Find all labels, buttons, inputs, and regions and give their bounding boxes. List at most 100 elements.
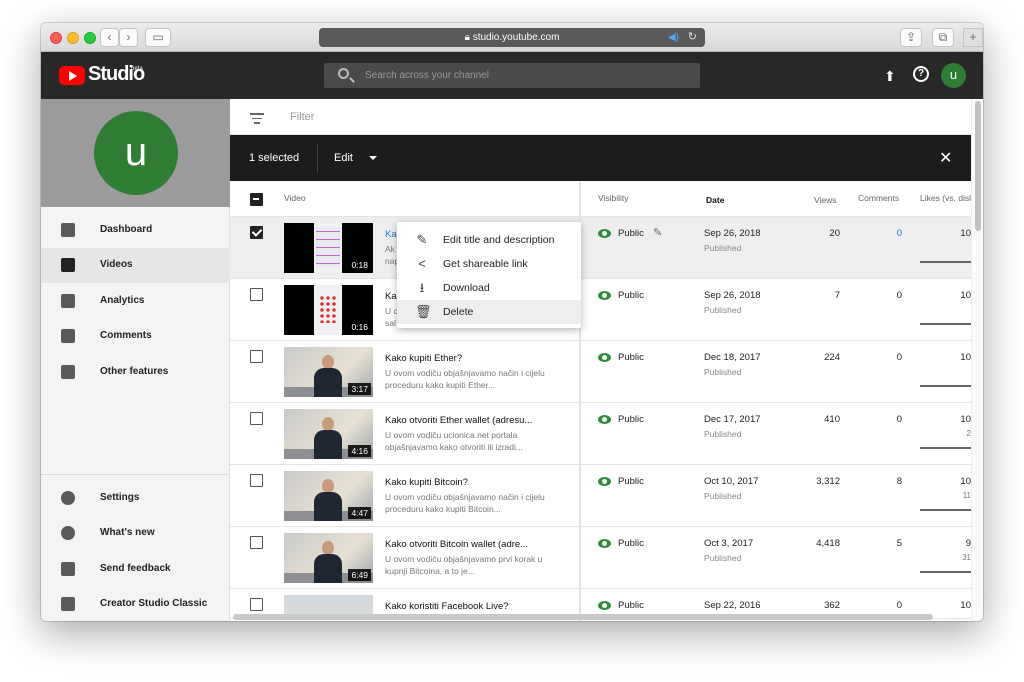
video-thumbnail[interactable]: 6:49	[284, 533, 373, 583]
pencil-icon[interactable]: ✎	[653, 226, 662, 239]
forward-button[interactable]: ›	[119, 28, 138, 47]
menu-item-download[interactable]: ⭳ Download	[397, 276, 581, 300]
header-likes[interactable]: Likes (vs. dislikes)	[920, 193, 971, 203]
avatar[interactable]: u	[941, 63, 966, 88]
audio-icon[interactable]: ◀)	[668, 28, 679, 47]
video-title[interactable]: Kako kupiti Bitcoin?	[385, 477, 468, 488]
selection-action-bar: 1 selected Edit ✕	[230, 135, 971, 181]
video-duration: 4:16	[348, 445, 371, 457]
address-bar[interactable]: 🔒︎ studio.youtube.com ◀) ↻	[319, 28, 705, 47]
reload-icon[interactable]: ↻	[688, 28, 697, 47]
filter-input[interactable]: Filter	[290, 111, 314, 123]
table-row[interactable]: 3:17 Kako kupiti Ether? U ovom vodiču ob…	[230, 341, 971, 403]
youtube-logo-icon[interactable]	[59, 66, 85, 85]
status-value: Published	[704, 491, 742, 501]
sidebar-item-settings[interactable]: Settings	[41, 481, 230, 516]
row-checkbox[interactable]	[250, 350, 263, 363]
row-checkbox[interactable]	[250, 288, 263, 301]
sidebar-item-comments[interactable]: Comments	[41, 319, 230, 354]
share-icon[interactable]: ⇪	[900, 28, 922, 47]
header-date[interactable]: Date	[706, 195, 724, 205]
row-checkbox[interactable]	[250, 536, 263, 549]
table-row[interactable]: 0:16 Ka U c sal Public Sep 26, 2018 Publ…	[230, 279, 971, 341]
table-row[interactable]: 6:49 Kako otvoriti Bitcoin wallet (adre.…	[230, 527, 971, 589]
row-checkbox[interactable]	[250, 412, 263, 425]
likes-value: 10	[960, 352, 971, 363]
table-row[interactable]: 0:18 Ka Ak nap Public ✎ Sep 26, 2018 Pub…	[230, 217, 971, 279]
sidebar: u Dashboard Videos Analytics Comments Ot…	[41, 99, 230, 621]
video-title[interactable]: Kako otvoriti Bitcoin wallet (adre...	[385, 539, 528, 550]
chevron-down-icon[interactable]	[369, 156, 377, 160]
sidebar-item-other-features[interactable]: Other features	[41, 355, 230, 390]
search-icon	[338, 68, 349, 79]
video-title[interactable]: Kako kupiti Ether?	[385, 353, 462, 364]
minimize-window-button[interactable]	[67, 32, 79, 44]
visibility-value[interactable]: Public	[618, 290, 644, 301]
video-thumbnail[interactable]: 0:16	[284, 285, 373, 335]
vertical-scrollbar[interactable]	[971, 99, 983, 621]
video-title[interactable]: Kako koristiti Facebook Live?	[385, 601, 509, 612]
table-row[interactable]: 4:16 Kako otvoriti Ether wallet (adresu.…	[230, 403, 971, 465]
likes-value: 10	[960, 600, 971, 611]
comments-value[interactable]: 0	[852, 228, 902, 239]
video-thumbnail[interactable]: 4:47	[284, 471, 373, 521]
video-title[interactable]: Ka	[385, 229, 397, 240]
horizontal-scrollbar[interactable]	[231, 613, 971, 621]
likes-bar	[920, 261, 971, 263]
back-button[interactable]: ‹	[100, 28, 119, 47]
zoom-window-button[interactable]	[84, 32, 96, 44]
video-description: U ovom vodiču objašnjavamo način i cijel…	[385, 368, 545, 390]
videos-icon	[61, 258, 75, 272]
menu-item-label: Edit title and description	[443, 234, 555, 246]
video-title[interactable]: Ka	[385, 291, 397, 302]
video-thumbnail[interactable]: 0:18	[284, 223, 373, 273]
tabs-icon[interactable]: ⧉	[932, 28, 954, 47]
header-views[interactable]: Views	[814, 195, 837, 205]
visibility-value[interactable]: Public	[618, 538, 644, 549]
sidebar-item-whats-new[interactable]: What's new	[41, 516, 230, 551]
row-checkbox[interactable]	[250, 226, 263, 239]
header-comments[interactable]: Comments	[858, 193, 899, 203]
visibility-value[interactable]: Public	[618, 476, 644, 487]
new-tab-icon[interactable]: +	[963, 28, 983, 47]
channel-avatar[interactable]: u	[94, 111, 178, 195]
sidebar-item-send-feedback[interactable]: Send feedback	[41, 552, 230, 587]
row-checkbox[interactable]	[250, 474, 263, 487]
header-visibility[interactable]: Visibility	[598, 193, 629, 203]
filter-icon[interactable]	[250, 113, 264, 127]
help-icon[interactable]: ?	[913, 66, 929, 82]
video-title[interactable]: Kako otvoriti Ether wallet (adresu...	[385, 415, 532, 426]
sidebar-toggle-icon[interactable]: ▭	[145, 28, 171, 47]
action-divider	[317, 143, 318, 173]
close-window-button[interactable]	[50, 32, 62, 44]
visibility-value[interactable]: Public	[618, 600, 644, 611]
scrollbar-thumb[interactable]	[233, 614, 933, 620]
select-all-checkbox[interactable]	[250, 193, 263, 206]
views-value: 362	[824, 600, 840, 611]
menu-item-get-link[interactable]: < Get shareable link	[397, 252, 581, 276]
sidebar-item-label: Send feedback	[100, 563, 171, 574]
video-thumbnail[interactable]: 4:16	[284, 409, 373, 459]
scrollbar-thumb[interactable]	[975, 101, 981, 231]
search-input[interactable]: Search across your channel	[324, 63, 700, 88]
visibility-value[interactable]: Public	[618, 414, 644, 425]
sidebar-item-dashboard[interactable]: Dashboard	[41, 213, 230, 248]
menu-item-edit-title[interactable]: ✎ Edit title and description	[397, 228, 581, 252]
video-description: U ovom vodiču objašnjavamo prvi korak u …	[385, 554, 543, 576]
sidebar-item-videos[interactable]: Videos	[41, 248, 230, 283]
visibility-value[interactable]: Public	[618, 352, 644, 363]
sidebar-item-analytics[interactable]: Analytics	[41, 284, 230, 319]
sidebar-item-label: Other features	[100, 366, 169, 377]
visibility-value[interactable]: Public	[618, 228, 644, 239]
close-icon[interactable]: ✕	[939, 148, 952, 168]
menu-item-delete[interactable]: 🗑︎ Delete	[397, 300, 581, 324]
sidebar-item-creator-studio-classic[interactable]: Creator Studio Classic	[41, 587, 230, 621]
edit-button[interactable]: Edit	[334, 152, 353, 164]
row-checkbox[interactable]	[250, 598, 263, 611]
eye-icon	[598, 291, 611, 300]
dashboard-icon	[61, 223, 75, 237]
video-thumbnail[interactable]: 3:17	[284, 347, 373, 397]
date-value: Oct 3, 2017	[704, 538, 754, 549]
table-row[interactable]: 4:47 Kako kupiti Bitcoin? U ovom vodiču …	[230, 465, 971, 527]
upload-icon[interactable]: ⬆	[884, 68, 896, 85]
